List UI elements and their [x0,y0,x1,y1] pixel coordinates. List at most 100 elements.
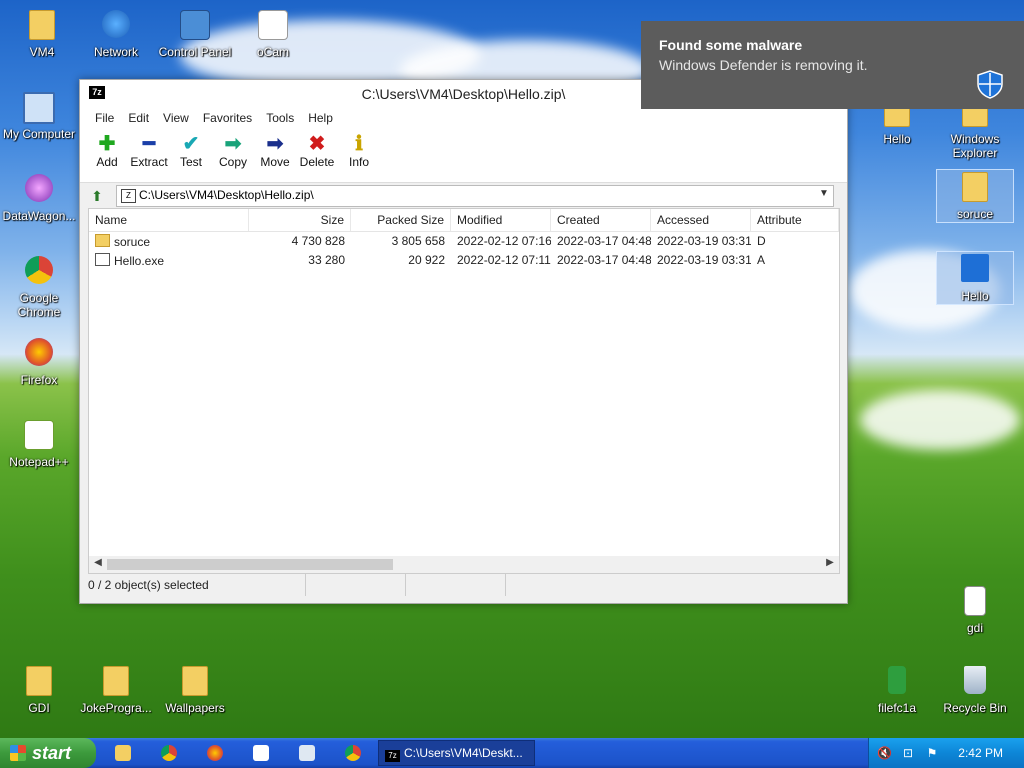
desktop-icon-gdi-file[interactable]: gdi [933,584,1017,635]
file-created: 2022-03-17 04:48 [557,253,651,267]
column-attribute[interactable]: Attribute [751,209,839,231]
file-created: 2022-03-17 04:48 [557,234,651,248]
ocam-icon [258,10,288,40]
file-accessed: 2022-03-19 03:31 [657,234,751,248]
address-bar: ⬆ Z ▼ [80,183,847,209]
notification-message: Windows Defender is removing it. [659,57,868,73]
column-accessed[interactable]: Accessed [651,209,751,231]
firefox-quicklaunch-icon[interactable] [207,745,223,761]
menu-bar: File Edit View Favorites Tools Help [80,108,847,128]
test-button[interactable]: ✔ Test [170,128,212,182]
taskbar-button-7zip[interactable]: 7z C:\Users\VM4\Deskt... [378,740,535,766]
datawagon-icon [25,174,53,202]
desktop-icon-jokeprogram[interactable]: JokeProgra... [74,664,158,715]
cloud [860,390,1020,450]
address-input[interactable] [139,187,809,203]
start-button[interactable]: start [0,738,96,768]
desktop-icon-hello-exe[interactable]: Hello [936,251,1014,305]
sevenzip-window[interactable]: 7z C:\Users\VM4\Desktop\Hello.zip\ File … [79,79,848,604]
chrome-alt-quicklaunch-icon[interactable] [345,745,361,761]
copy-button[interactable]: ➡ Copy [212,128,254,182]
table-row[interactable]: soruce 4 730 828 3 805 658 2022-02-12 07… [89,232,839,251]
folder-icon [103,666,129,696]
scrollbar-thumb[interactable] [107,559,393,570]
windows-logo-icon [10,745,26,761]
info-icon: ℹ [355,133,363,155]
volume-muted-icon[interactable]: 🔇 [877,746,892,760]
file-modified: 2022-02-12 07:16 [457,234,551,248]
user-folder-icon [29,10,55,40]
desktop-icon-network[interactable]: Network [74,8,158,59]
desktop-icon-firefox[interactable]: Firefox [0,336,81,387]
menu-edit[interactable]: Edit [121,108,156,128]
file-list[interactable]: Name Size Packed Size Modified Created A… [88,208,840,574]
column-packed-size[interactable]: Packed Size [351,209,451,231]
toolbar: ✚ Add ━ Extract ✔ Test ➡ Copy ➡ Move ✖ Delete … [80,128,847,183]
extract-button[interactable]: ━ Extract [128,128,170,182]
status-bar: 0 / 2 object(s) selected [80,574,847,596]
chrome-icon [25,256,53,284]
file-name: Hello.exe [114,254,165,268]
horizontal-scrollbar[interactable]: ◀ ▶ [89,556,839,573]
notepadpp-icon [24,420,54,450]
extract-icon: ━ [142,133,156,155]
menu-favorites[interactable]: Favorites [196,108,259,128]
file-modified: 2022-02-12 07:11 [457,253,551,267]
desktop-icon-filefc1a[interactable]: filefc1a [855,664,939,715]
scroll-right-icon[interactable]: ▶ [823,557,837,568]
system-tray: 🔇 ⊡ ⚑ 2:42 PM [868,738,1024,768]
status-text: 0 / 2 object(s) selected [80,574,306,596]
add-button[interactable]: ✚ Add [86,128,128,182]
address-field[interactable]: Z ▼ [116,185,834,207]
desktop-icon-notepadpp[interactable]: Notepad++ [0,418,81,469]
copy-icon: ➡ [224,133,242,155]
desktop-icon-my-computer[interactable]: My Computer [0,90,81,141]
table-row[interactable]: Hello.exe 33 280 20 922 2022-02-12 07:11… [89,251,839,270]
desktop-icon-soruce[interactable]: soruce [936,169,1014,223]
desktop-icon-control-panel[interactable]: Control Panel [153,8,237,59]
notepad-quicklaunch-icon[interactable] [299,745,315,761]
status-pane [406,574,506,596]
menu-tools[interactable]: Tools [259,108,301,128]
delete-button[interactable]: ✖ Delete [296,128,338,182]
desktop-icon-recycle-bin[interactable]: Recycle Bin [933,664,1017,715]
scroll-left-icon[interactable]: ◀ [91,557,105,568]
delete-icon: ✖ [308,133,326,155]
chevron-down-icon[interactable]: ▼ [817,188,831,199]
notepadpp-quicklaunch-icon[interactable] [253,745,269,761]
clock[interactable]: 2:42 PM [958,746,1003,760]
column-size[interactable]: Size [249,209,351,231]
move-icon: ➡ [266,133,284,155]
action-center-alert-icon[interactable]: ⚑ [925,746,939,760]
desktop-icon-chrome[interactable]: Google Chrome [0,254,81,319]
desktop-icon-ocam[interactable]: oCam [231,8,315,59]
menu-file[interactable]: File [88,108,121,128]
network-tray-icon[interactable]: ⊡ [901,746,915,760]
column-created[interactable]: Created [551,209,651,231]
up-folder-icon[interactable]: ⬆ [88,187,106,205]
desktop-icon-vm4[interactable]: VM4 [0,8,84,59]
file-packed-size: 20 922 [408,253,445,267]
explorer-quicklaunch-icon[interactable] [115,745,131,761]
folder-icon [26,666,52,696]
defender-notification[interactable]: Found some malware Windows Defender is r… [641,21,1024,109]
menu-help[interactable]: Help [301,108,340,128]
exe-icon [95,253,110,266]
notification-title: Found some malware [659,37,803,53]
sevenzip-task-icon: 7z [385,750,400,762]
document-icon [964,586,986,616]
file-accessed: 2022-03-19 03:31 [657,253,751,267]
folder-icon [962,172,988,202]
control-panel-icon [180,10,210,40]
column-modified[interactable]: Modified [451,209,551,231]
menu-view[interactable]: View [156,108,196,128]
file-attribute: A [757,253,766,267]
chrome-quicklaunch-icon[interactable] [161,745,177,761]
status-pane [306,574,406,596]
desktop-icon-wallpapers[interactable]: Wallpapers [153,664,237,715]
info-button[interactable]: ℹ Info [338,128,380,182]
move-button[interactable]: ➡ Move [254,128,296,182]
desktop-icon-gdi-folder[interactable]: GDI [0,664,81,715]
column-name[interactable]: Name [89,209,249,231]
desktop-icon-datawagon[interactable]: DataWagon... [0,172,81,223]
